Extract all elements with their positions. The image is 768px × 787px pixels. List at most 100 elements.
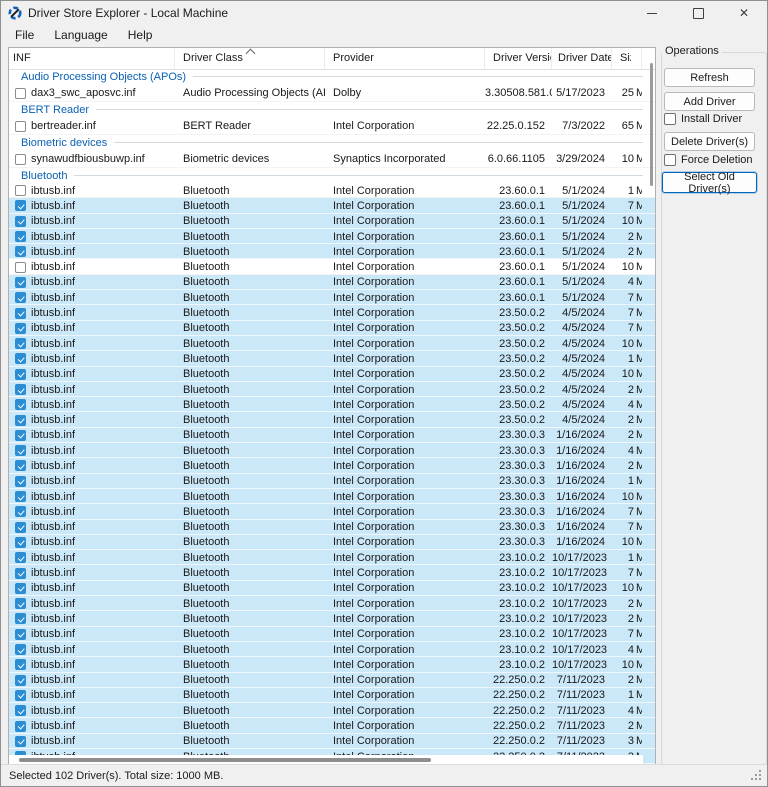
row-checkbox[interactable] — [15, 476, 26, 487]
row-checkbox[interactable] — [15, 568, 26, 579]
table-row[interactable]: ibtusb.infBluetoothIntel Corporation22.2… — [9, 688, 655, 703]
row-checkbox[interactable] — [15, 598, 26, 609]
table-row[interactable]: ibtusb.infBluetoothIntel Corporation23.5… — [9, 351, 655, 366]
install-driver-checkbox[interactable] — [664, 113, 676, 125]
column-header-size[interactable]: Size — [612, 48, 642, 69]
row-checkbox[interactable] — [15, 308, 26, 319]
row-checkbox[interactable] — [15, 629, 26, 640]
table-row[interactable]: ibtusb.infBluetoothIntel Corporation23.1… — [9, 627, 655, 642]
table-row[interactable]: ibtusb.infBluetoothIntel Corporation23.3… — [9, 474, 655, 489]
column-header-provider[interactable]: Provider — [325, 48, 485, 69]
table-row[interactable]: ibtusb.infBluetoothIntel Corporation23.6… — [9, 214, 655, 229]
row-checkbox[interactable] — [15, 721, 26, 732]
column-header-date[interactable]: Driver Date — [552, 48, 612, 69]
table-row[interactable]: synawudfbiousbuwp.infBiometric devicesSy… — [9, 150, 655, 168]
menu-language[interactable]: Language — [49, 27, 112, 43]
menu-help[interactable]: Help — [123, 27, 158, 43]
table-row[interactable]: ibtusb.infBluetoothIntel Corporation23.6… — [9, 183, 655, 198]
table-row[interactable]: ibtusb.infBluetoothIntel Corporation23.3… — [9, 443, 655, 458]
column-header-class[interactable]: Driver Class — [175, 48, 325, 69]
row-checkbox[interactable] — [15, 154, 26, 165]
table-row[interactable]: ibtusb.infBluetoothIntel Corporation23.1… — [9, 657, 655, 672]
table-row[interactable]: ibtusb.infBluetoothIntel Corporation23.1… — [9, 550, 655, 565]
row-checkbox[interactable] — [15, 338, 26, 349]
row-checkbox[interactable] — [15, 522, 26, 533]
table-row[interactable]: ibtusb.infBluetoothIntel Corporation23.5… — [9, 397, 655, 412]
table-row[interactable]: ibtusb.infBluetoothIntel Corporation23.1… — [9, 642, 655, 657]
row-checkbox[interactable] — [15, 384, 26, 395]
row-checkbox[interactable] — [15, 430, 26, 441]
table-row[interactable]: ibtusb.infBluetoothIntel Corporation23.3… — [9, 489, 655, 504]
horizontal-scrollbar-thumb[interactable] — [19, 758, 431, 762]
table-row[interactable]: ibtusb.infBluetoothIntel Corporation23.3… — [9, 520, 655, 535]
row-checkbox[interactable] — [15, 644, 26, 655]
row-checkbox[interactable] — [15, 323, 26, 334]
row-checkbox[interactable] — [15, 262, 26, 273]
delete-drivers-button[interactable]: Delete Driver(s) — [664, 132, 755, 151]
table-row[interactable]: ibtusb.infBluetoothIntel Corporation23.3… — [9, 504, 655, 519]
table-row[interactable]: ibtusb.infBluetoothIntel Corporation22.2… — [9, 734, 655, 749]
row-checkbox[interactable] — [15, 415, 26, 426]
table-row[interactable]: ibtusb.infBluetoothIntel Corporation23.3… — [9, 535, 655, 550]
table-row[interactable]: ibtusb.infBluetoothIntel Corporation23.1… — [9, 565, 655, 580]
table-row[interactable]: ibtusb.infBluetoothIntel Corporation22.2… — [9, 703, 655, 718]
row-checkbox[interactable] — [15, 583, 26, 594]
row-checkbox[interactable] — [15, 675, 26, 686]
select-old-drivers-button[interactable]: Select Old Driver(s) — [662, 172, 757, 193]
table-row[interactable]: ibtusb.infBluetoothIntel Corporation23.6… — [9, 275, 655, 290]
row-checkbox[interactable] — [15, 231, 26, 242]
table-row[interactable]: ibtusb.infBluetoothIntel Corporation23.5… — [9, 305, 655, 320]
table-row[interactable]: ibtusb.infBluetoothIntel Corporation23.5… — [9, 367, 655, 382]
add-driver-button[interactable]: Add Driver — [664, 92, 755, 111]
row-checkbox[interactable] — [15, 200, 26, 211]
row-checkbox[interactable] — [15, 736, 26, 747]
maximize-button[interactable] — [675, 1, 721, 25]
row-checkbox[interactable] — [15, 659, 26, 670]
table-row[interactable]: ibtusb.infBluetoothIntel Corporation23.5… — [9, 336, 655, 351]
row-checkbox[interactable] — [15, 399, 26, 410]
table-row[interactable]: ibtusb.infBluetoothIntel Corporation23.5… — [9, 382, 655, 397]
table-row[interactable]: ibtusb.infBluetoothIntel Corporation23.3… — [9, 458, 655, 473]
table-row[interactable]: ibtusb.infBluetoothIntel Corporation23.1… — [9, 581, 655, 596]
table-row[interactable]: ibtusb.infBluetoothIntel Corporation23.3… — [9, 428, 655, 443]
table-row[interactable]: ibtusb.infBluetoothIntel Corporation23.6… — [9, 290, 655, 305]
row-checkbox[interactable] — [15, 445, 26, 456]
row-checkbox[interactable] — [15, 216, 26, 227]
table-row[interactable]: ibtusb.infBluetoothIntel Corporation23.6… — [9, 244, 655, 259]
row-checkbox[interactable] — [15, 690, 26, 701]
table-row[interactable]: ibtusb.infBluetoothIntel Corporation23.6… — [9, 259, 655, 274]
row-checkbox[interactable] — [15, 491, 26, 502]
table-row[interactable]: dax3_swc_aposvc.infAudio Processing Obje… — [9, 84, 655, 102]
row-checkbox[interactable] — [15, 88, 26, 99]
menu-file[interactable]: File — [10, 27, 39, 43]
row-checkbox[interactable] — [15, 353, 26, 364]
row-checkbox[interactable] — [15, 185, 26, 196]
row-checkbox[interactable] — [15, 292, 26, 303]
table-row[interactable]: ibtusb.infBluetoothIntel Corporation23.6… — [9, 229, 655, 244]
row-checkbox[interactable] — [15, 552, 26, 563]
table-row[interactable]: ibtusb.infBluetoothIntel Corporation23.5… — [9, 321, 655, 336]
vertical-scrollbar-thumb[interactable] — [650, 63, 653, 186]
row-checkbox[interactable] — [15, 277, 26, 288]
row-checkbox[interactable] — [15, 506, 26, 517]
row-checkbox[interactable] — [15, 537, 26, 548]
table-row[interactable]: ibtusb.infBluetoothIntel Corporation22.2… — [9, 673, 655, 688]
table-row[interactable]: ibtusb.infBluetoothIntel Corporation22.2… — [9, 718, 655, 733]
table-row[interactable]: ibtusb.infBluetoothIntel Corporation23.5… — [9, 412, 655, 427]
column-header-inf[interactable]: INF — [9, 48, 175, 69]
resize-grip-icon[interactable] — [751, 770, 763, 782]
row-checkbox[interactable] — [15, 613, 26, 624]
table-row[interactable]: ibtusb.infBluetoothIntel Corporation23.1… — [9, 611, 655, 626]
row-checkbox[interactable] — [15, 246, 26, 257]
close-button[interactable]: ✕ — [721, 1, 767, 25]
refresh-button[interactable]: Refresh — [664, 68, 755, 87]
row-checkbox[interactable] — [15, 705, 26, 716]
row-checkbox[interactable] — [15, 460, 26, 471]
table-row[interactable]: ibtusb.infBluetoothIntel Corporation23.6… — [9, 198, 655, 213]
force-deletion-checkbox[interactable] — [664, 154, 676, 166]
row-checkbox[interactable] — [15, 369, 26, 380]
table-row[interactable]: ibtusb.infBluetoothIntel Corporation23.1… — [9, 596, 655, 611]
minimize-button[interactable] — [629, 1, 675, 25]
column-header-version[interactable]: Driver Version — [485, 48, 552, 69]
table-row[interactable]: bertreader.infBERT ReaderIntel Corporati… — [9, 117, 655, 135]
